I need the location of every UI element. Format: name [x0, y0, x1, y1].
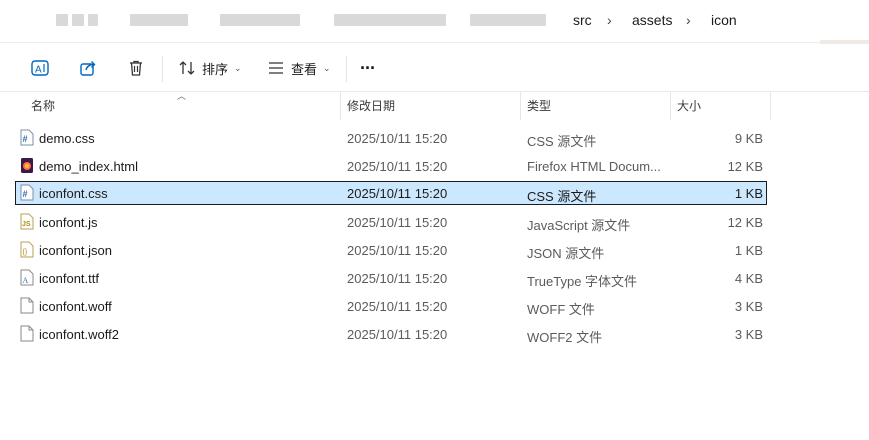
redacted-path-segment: [56, 14, 68, 26]
column-divider[interactable]: [770, 92, 771, 120]
blank-file-icon: [20, 297, 34, 314]
file-row[interactable]: A iconfont.ttf 2025/10/11 15:20 TrueType…: [15, 266, 767, 290]
redacted-path-segment: [130, 14, 188, 26]
blank-file-icon: [20, 325, 34, 342]
rename-button[interactable]: A: [30, 52, 50, 84]
column-divider[interactable]: [520, 92, 521, 120]
redacted-path-segment: [88, 14, 98, 26]
file-row[interactable]: JS iconfont.js 2025/10/11 15:20 JavaScri…: [15, 210, 767, 234]
column-divider[interactable]: [340, 92, 341, 120]
view-list-icon: [269, 62, 283, 74]
breadcrumb-src[interactable]: src: [573, 12, 592, 28]
share-button[interactable]: [78, 52, 98, 84]
file-size: 12 KB: [727, 215, 763, 230]
file-modified: 2025/10/11 15:20: [347, 271, 448, 286]
breadcrumb-chevron-icon[interactable]: ›: [686, 12, 691, 28]
svg-text:A: A: [35, 65, 42, 76]
file-size: 3 KB: [734, 327, 763, 342]
column-header-modified[interactable]: 修改日期: [347, 97, 395, 114]
css-file-icon: #: [20, 184, 34, 201]
share-icon: [80, 61, 96, 76]
json-file-icon: {}: [20, 241, 34, 258]
file-row[interactable]: iconfont.woff2 2025/10/11 15:20 WOFF2 文件…: [15, 322, 767, 346]
redacted-path-segment: [334, 14, 446, 26]
file-row[interactable]: demo_index.html 2025/10/11 15:20 Firefox…: [15, 154, 767, 178]
breadcrumb-assets[interactable]: assets: [632, 12, 672, 28]
column-header-size[interactable]: 大小: [677, 97, 701, 114]
redacted-path-segment: [220, 14, 300, 26]
file-modified: 2025/10/11 15:20: [347, 243, 448, 258]
redacted-path-segment: [470, 14, 546, 26]
trash-icon: [130, 60, 142, 76]
chevron-down-icon: ⌄: [323, 62, 331, 73]
font-file-icon: A: [20, 269, 34, 286]
file-size: 1 KB: [734, 243, 763, 258]
file-size: 1 KB: [734, 186, 763, 201]
svg-text:JS: JS: [22, 221, 31, 228]
rename-icon: A: [31, 60, 49, 76]
file-type: Firefox HTML Docum...: [527, 159, 661, 174]
file-type: WOFF2 文件: [527, 330, 603, 345]
toolbar-divider: [0, 91, 869, 92]
view-label: 查看: [291, 61, 318, 77]
file-type: CSS 源文件: [527, 189, 597, 204]
file-modified: 2025/10/11 15:20: [347, 215, 448, 230]
breadcrumb-icon[interactable]: icon: [711, 12, 737, 28]
file-type: JavaScript 源文件: [527, 218, 631, 233]
file-row-selected[interactable]: # iconfont.css 2025/10/11 15:20 CSS 源文件 …: [15, 181, 767, 205]
file-type: TrueType 字体文件: [527, 274, 638, 289]
file-row[interactable]: # demo.css 2025/10/11 15:20 CSS 源文件 9 KB: [15, 126, 767, 150]
file-size: 4 KB: [734, 271, 763, 286]
toolbar-separator: [162, 56, 163, 82]
file-type: WOFF 文件: [527, 302, 595, 317]
file-type: JSON 源文件: [527, 246, 605, 261]
file-modified: 2025/10/11 15:20: [347, 131, 448, 146]
file-row[interactable]: {} iconfont.json 2025/10/11 15:20 JSON 源…: [15, 238, 767, 262]
redacted-path-segment: [72, 14, 84, 26]
file-name: iconfont.json: [39, 243, 112, 258]
breadcrumb-chevron-icon[interactable]: ›: [607, 12, 612, 28]
sort-button[interactable]: 排序 ⌄: [178, 52, 242, 84]
view-button[interactable]: 查看 ⌄: [267, 52, 331, 84]
file-size: 12 KB: [727, 159, 763, 174]
js-file-icon: JS: [20, 213, 34, 230]
firefox-html-file-icon: [21, 158, 33, 173]
css-file-icon: #: [20, 129, 34, 146]
file-name: iconfont.css: [39, 186, 108, 201]
chevron-down-icon: ⌄: [234, 62, 242, 73]
file-modified: 2025/10/11 15:20: [347, 159, 448, 174]
file-name: iconfont.js: [39, 215, 98, 230]
file-name: iconfont.woff2: [39, 327, 119, 342]
svg-text:{}: {}: [23, 249, 28, 256]
file-name: demo_index.html: [39, 159, 138, 174]
column-header-name[interactable]: 名称: [31, 97, 55, 114]
file-size: 3 KB: [734, 299, 763, 314]
sort-label: 排序: [202, 61, 229, 77]
svg-text:#: #: [23, 189, 28, 199]
file-modified: 2025/10/11 15:20: [347, 186, 448, 201]
more-icon: ···: [360, 57, 376, 78]
column-header-type[interactable]: 类型: [527, 97, 551, 114]
delete-button[interactable]: [126, 52, 146, 84]
file-name: demo.css: [39, 131, 95, 146]
file-modified: 2025/10/11 15:20: [347, 299, 448, 314]
file-type: CSS 源文件: [527, 134, 597, 149]
command-bar: A 排序 ⌄ 查看 ⌄ ···: [0, 44, 869, 92]
file-row[interactable]: iconfont.woff 2025/10/11 15:20 WOFF 文件 3…: [15, 294, 767, 318]
svg-text:A: A: [23, 276, 29, 285]
file-name: iconfont.ttf: [39, 271, 99, 286]
file-size: 9 KB: [734, 131, 763, 146]
file-modified: 2025/10/11 15:20: [347, 327, 448, 342]
sort-icon: [179, 61, 195, 75]
address-bar[interactable]: src › assets › icon: [0, 0, 869, 42]
svg-text:#: #: [23, 134, 28, 144]
column-divider[interactable]: [670, 92, 671, 120]
toolbar-separator: [346, 56, 347, 82]
file-name: iconfont.woff: [39, 299, 112, 314]
more-options-button[interactable]: ···: [360, 52, 376, 84]
address-bar-divider: [0, 42, 869, 43]
sort-ascending-icon: ︿: [177, 91, 187, 101]
